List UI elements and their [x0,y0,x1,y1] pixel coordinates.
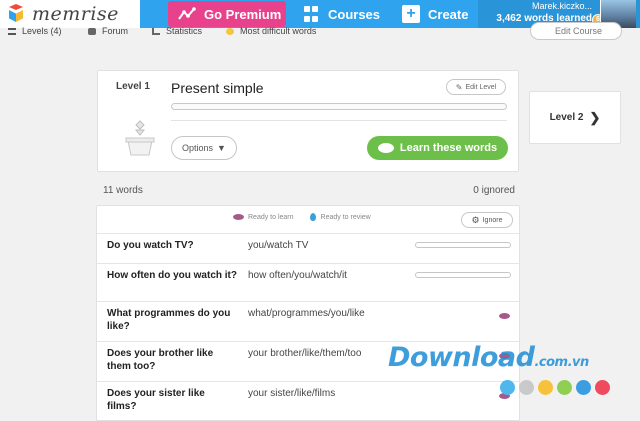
level-number: Level 1 [116,81,150,92]
level-title: Present simple [171,80,264,96]
table-row[interactable]: How often do you watch it? how often/you… [97,263,519,301]
word-question: Does your brother like them too? [107,348,214,372]
legend: Ready to learn Ready to review [233,213,387,221]
logo-text: memrise [32,3,119,25]
go-premium-button[interactable]: Go Premium [168,1,286,27]
word-count: 11 words [103,185,143,196]
memrise-logo-icon [6,4,26,24]
edit-course-label: Edit Course [555,26,603,36]
speech-bubble-icon [88,27,96,35]
edit-course-button[interactable]: Edit Course [530,22,622,40]
courses-button[interactable]: Courses [290,0,382,28]
next-level-button[interactable]: Level 2 ❯ [529,91,621,144]
legend-review-label: Ready to review [320,213,371,221]
watermark-dots [500,380,614,395]
seed-pot-icon [118,117,162,161]
ignore-label: Ignore [482,216,503,224]
line-chart-icon [178,5,196,23]
subnav-difficult-label: Most difficult words [240,26,317,36]
gear-icon: ⚙ [471,214,480,225]
word-answer: what/programmes/you/like [248,308,365,319]
learn-button-label: Learn these words [399,142,498,154]
level-card: Level 1 Present simple ✎ Edit Level Opti… [97,70,519,172]
word-answer: how often/you/watch/it [248,270,347,281]
courses-label: Courses [328,6,381,22]
subnav-forum-label: Forum [102,26,129,36]
table-row[interactable]: Does your sister like films? your sister… [97,381,519,421]
user-name: Marek.kiczko... [531,1,592,11]
ready-to-learn-icon [499,313,510,319]
list-icon [8,27,16,35]
subnav-levels[interactable]: Levels (4) [8,26,62,36]
watermark-text: Download [388,342,535,373]
options-label: Options [182,143,214,153]
subnav-difficult-words[interactable]: Most difficult words [226,26,316,36]
legend-ready-to-review: Ready to review [309,213,371,221]
edit-level-label: Edit Level [465,83,497,91]
word-question: Do you watch TV? [107,240,194,251]
word-question: Does your sister like films? [107,388,205,412]
seed-icon [233,214,244,220]
edit-level-button[interactable]: ✎ Edit Level [446,79,506,95]
chevron-right-icon: ❯ [589,109,601,125]
watermark: Download.com.vn [388,342,589,373]
ignored-count: 0 ignored [473,185,515,196]
grid-icon [302,5,320,23]
chevron-down-icon: ▼ [217,143,226,153]
word-progress-bar [415,242,511,248]
legend-learn-label: Ready to learn [248,213,294,221]
seed-icon [377,143,394,153]
learn-these-words-button[interactable]: Learn these words [367,136,508,160]
plus-icon: + [402,5,420,23]
ignore-button[interactable]: ⚙ Ignore [461,212,513,228]
table-row[interactable]: Do you watch TV? you/watch TV [97,233,519,263]
logo[interactable]: memrise [0,0,140,28]
subnav-statistics[interactable]: Statistics [152,26,202,36]
star-icon [226,27,234,35]
statistics-icon [152,27,160,35]
word-question: How often do you watch it? [107,270,237,281]
watermark-suffix: .com.vn [534,355,589,370]
word-answer: your sister/like/films [248,388,336,399]
subnav-statistics-label: Statistics [166,26,203,36]
subnav-forum[interactable]: Forum [88,26,128,36]
level-progress-bar [171,103,507,110]
water-drop-icon [309,213,316,221]
course-subnav: Levels (4) Forum Statistics Most difficu… [0,22,640,42]
go-premium-label: Go Premium [204,6,282,22]
next-level-label: Level 2 [549,112,584,123]
word-question: What programmes do you like? [107,308,231,332]
create-label: Create [428,6,469,22]
create-button[interactable]: + Create [390,0,472,28]
table-row[interactable]: What programmes do you like? what/progra… [97,301,519,341]
subnav-levels-label: Levels (4) [22,26,62,36]
options-button[interactable]: Options ▼ [171,136,237,160]
legend-ready-to-learn: Ready to learn [233,214,294,221]
word-answer: you/watch TV [248,240,309,251]
pencil-icon: ✎ [455,82,463,92]
divider [171,120,507,121]
word-answer: your brother/like/them/too [248,348,362,359]
word-list: Ready to learn Ready to review ⚙ Ignore … [96,205,520,421]
word-progress-bar [415,272,511,278]
